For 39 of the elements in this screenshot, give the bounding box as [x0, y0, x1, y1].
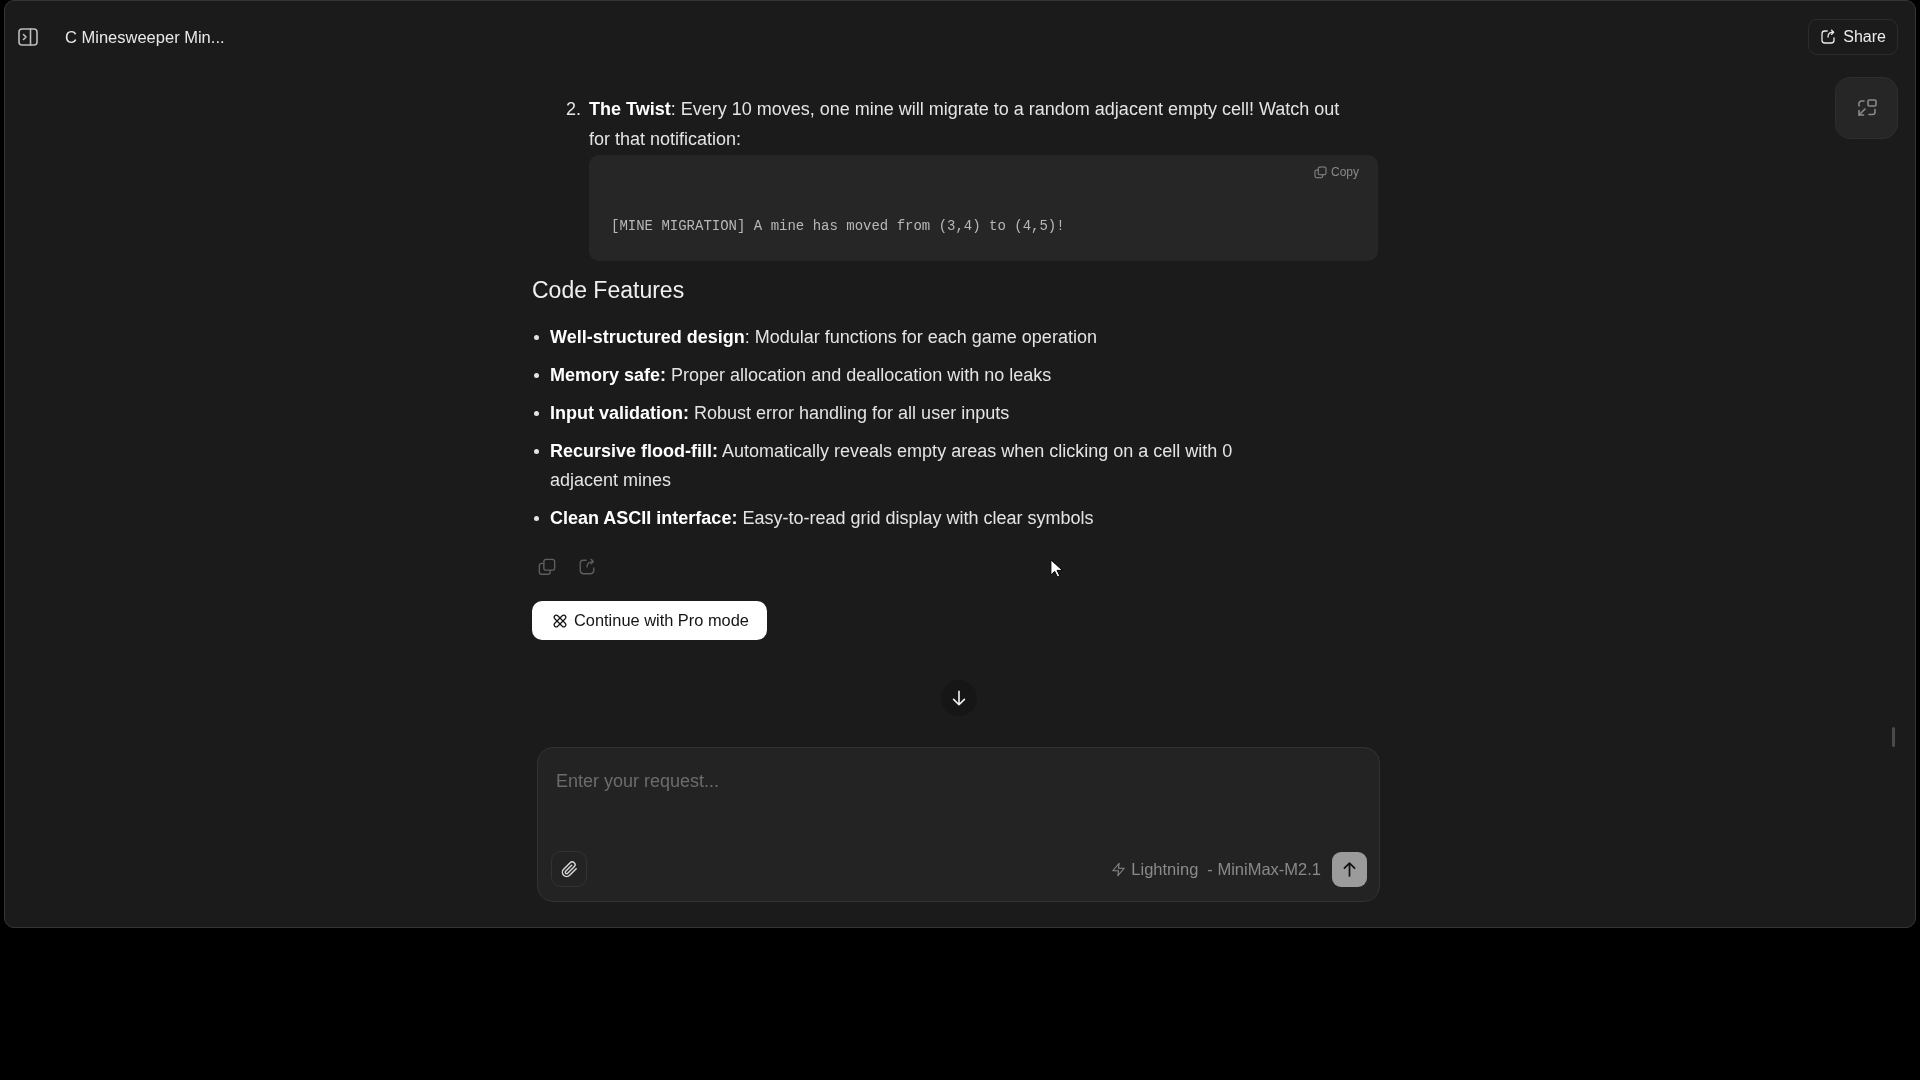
send-button[interactable] [1332, 851, 1367, 887]
mode-selector[interactable]: Lightning [1111, 856, 1199, 882]
arrow-up-icon [1341, 860, 1358, 878]
code-text: [MINE MIGRATION] A mine has moved from (3,4) to (4,5)! [611, 217, 1066, 236]
share-icon[interactable] [578, 558, 596, 576]
bullet-icon [534, 335, 539, 340]
section-heading: Code Features [532, 276, 686, 304]
list-item-text: Clean ASCII interface: Easy-to-read grid display with clear symbols [550, 507, 1095, 530]
copy-button[interactable]: Copy [1314, 162, 1359, 182]
scroll-down-button[interactable] [941, 680, 977, 716]
lightning-icon [1111, 861, 1127, 877]
list-item-text: Input validation: Robust error handling for all user inputs [550, 402, 1011, 425]
crossed-loops-icon [552, 612, 568, 629]
composer-field[interactable]: Enter your request... Lightning - MiniMax-M2.1 [537, 747, 1380, 902]
share-icon [1820, 29, 1837, 45]
share-button[interactable]: Share [1808, 19, 1898, 55]
paperclip-icon [560, 860, 578, 878]
pro-mode-button[interactable]: Continue with Pro mode [532, 601, 767, 640]
side-panel-button[interactable] [1835, 77, 1898, 139]
sidebar-toggle-icon[interactable] [18, 28, 38, 46]
list-item-text: Well-structured design: Modular functions for each game operation [550, 326, 1098, 349]
list-item-text: The Twist: Every 10 moves, one mine will migrate to a random adjacent empty cell! Watch out for that notification: [589, 98, 1341, 151]
request-input[interactable]: Enter your request... [551, 762, 1367, 840]
scrollbar-thumb [1892, 727, 1895, 747]
list-item-text: Memory safe: Proper allocation and deallocation with no leaks [550, 364, 1053, 387]
attach-button[interactable] [551, 851, 587, 887]
chat-title: C Minesweeper Min... [65, 26, 225, 48]
copy-icon [1314, 165, 1327, 179]
bullet-icon [534, 449, 539, 454]
bullet-icon [534, 373, 539, 378]
list-number: 2. [566, 98, 582, 121]
list-item-text: Recursive flood-fill: Automatically reveals empty areas when clicking on a cell with 0 adjacent mines [550, 440, 1234, 492]
mouse-cursor-icon [1050, 559, 1063, 578]
bullet-icon [534, 516, 539, 521]
model-name: - MiniMax-M2.1 [1207, 858, 1321, 880]
arrow-down-icon [950, 689, 968, 707]
window-arrow-icon [1855, 98, 1878, 118]
bullet-icon [534, 411, 539, 416]
copy-icon[interactable] [538, 558, 556, 576]
